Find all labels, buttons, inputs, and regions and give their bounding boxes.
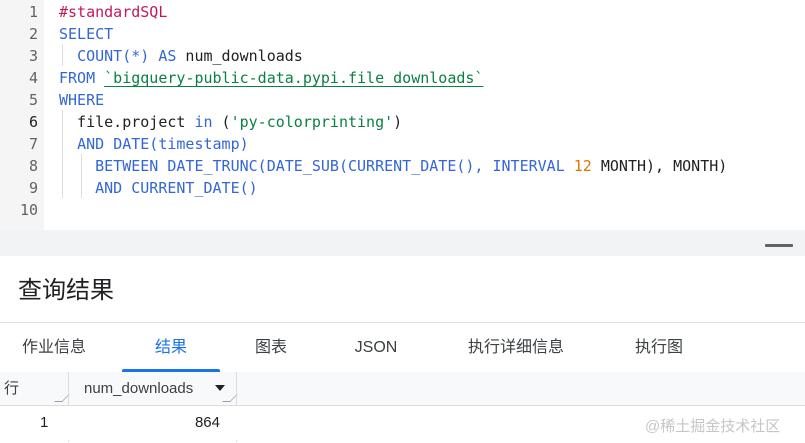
code-line[interactable]: 3 COUNT(*) AS num_downloads — [0, 45, 805, 67]
code-token: CURRENT_DATE() — [131, 179, 258, 197]
code-token: 'py-colorprinting' — [230, 113, 394, 131]
code-token: file.project — [59, 113, 195, 131]
code-token: DATE_TRUNC(DATE_SUB(CURRENT_DATE(), — [167, 157, 484, 175]
column-header-num-downloads[interactable]: num_downloads — [84, 372, 193, 405]
code-line[interactable]: 8 BETWEEN DATE_TRUNC(DATE_SUB(CURRENT_DA… — [0, 155, 805, 177]
line-number: 9 — [28, 179, 38, 197]
code-text: BETWEEN DATE_TRUNC(DATE_SUB(CURRENT_DATE… — [59, 155, 727, 177]
tab-execution-details[interactable]: 执行详细信息 — [460, 323, 572, 373]
code-token: num_downloads — [176, 47, 303, 65]
code-line[interactable]: 2 SELECT — [0, 23, 805, 45]
line-number: 5 — [28, 91, 38, 109]
tab-execution-graph[interactable]: 执行图 — [628, 323, 690, 373]
code-token: FROM — [59, 69, 96, 87]
code-token: #standardSQL — [59, 3, 168, 21]
drag-handle-icon[interactable] — [765, 244, 793, 247]
code-token: MONTH), MONTH) — [591, 157, 728, 175]
sort-dropdown-icon[interactable] — [215, 385, 225, 391]
row-number-header: 行 — [4, 380, 20, 397]
row-number: 1 — [40, 414, 49, 431]
indent-guide — [62, 44, 63, 66]
indent-guide — [81, 154, 82, 198]
code-text: #standardSQL — [59, 1, 167, 23]
watermark: @稀土掘金技术社区 — [645, 418, 781, 435]
code-line[interactable]: 1 #standardSQL — [0, 1, 805, 23]
line-number: 4 — [28, 69, 38, 87]
indent-guide — [62, 110, 63, 198]
tab-chart[interactable]: 图表 — [240, 323, 302, 373]
results-tabs: 作业信息 结果 图表 JSON 执行详细信息 执行图 — [0, 322, 805, 374]
code-token: WHERE — [59, 91, 105, 109]
code-token: ( — [212, 113, 231, 131]
code-text: FROM `bigquery-public-data.pypi.file_dow… — [59, 67, 483, 89]
code-line[interactable]: 10 — [0, 199, 805, 221]
code-token: AND — [77, 135, 105, 153]
line-number: 1 — [28, 3, 38, 21]
results-title: 查询结果 — [18, 277, 114, 304]
line-number: 7 — [28, 135, 38, 153]
code-token: COUNT(*) — [77, 47, 150, 65]
cell-num-downloads[interactable]: 864 — [150, 406, 220, 440]
code-text: WHERE — [59, 89, 104, 111]
code-token: `bigquery-public-data.pypi.file_download… — [104, 69, 484, 87]
code-text: AND CURRENT_DATE() — [59, 177, 258, 199]
code-line[interactable]: 9 AND CURRENT_DATE() — [0, 177, 805, 199]
code-token: INTERVAL — [492, 157, 565, 175]
code-token: ) — [393, 113, 403, 131]
code-token: DATE(timestamp) — [113, 135, 249, 153]
results-grid-header: 行 num_downloads — [0, 372, 805, 406]
line-number: 3 — [28, 47, 38, 65]
code-line[interactable]: 4 FROM `bigquery-public-data.pypi.file_do… — [0, 67, 805, 89]
code-line[interactable]: 6 file.project in ('py-colorprinting') — [0, 111, 805, 133]
code-token: AS — [158, 47, 177, 65]
code-text: AND DATE(timestamp) — [59, 133, 249, 155]
code-token: AND — [95, 179, 123, 197]
line-number: 6 — [28, 113, 38, 131]
code-text: file.project in ('py-colorprinting') — [59, 111, 402, 133]
code-text: COUNT(*) AS num_downloads — [59, 45, 303, 67]
tab-json[interactable]: JSON — [340, 323, 412, 373]
code-line[interactable]: 7 AND DATE(timestamp) — [0, 133, 805, 155]
code-text: SELECT — [59, 23, 113, 45]
code-token: BETWEEN — [95, 157, 159, 175]
line-number: 2 — [28, 25, 38, 43]
tab-job-info[interactable]: 作业信息 — [18, 323, 90, 373]
code-token: in — [194, 113, 213, 131]
line-number: 8 — [28, 157, 38, 175]
code-token: 12 — [573, 157, 592, 175]
tab-results[interactable]: 结果 — [122, 323, 220, 373]
line-number: 10 — [19, 201, 38, 219]
sql-editor[interactable]: 1 #standardSQL 2 SELECT 3 COUNT(*) AS num_do… — [0, 0, 805, 230]
editor-resize-bar[interactable] — [0, 230, 805, 256]
code-token: SELECT — [59, 25, 114, 43]
code-line[interactable]: 5 WHERE — [0, 89, 805, 111]
